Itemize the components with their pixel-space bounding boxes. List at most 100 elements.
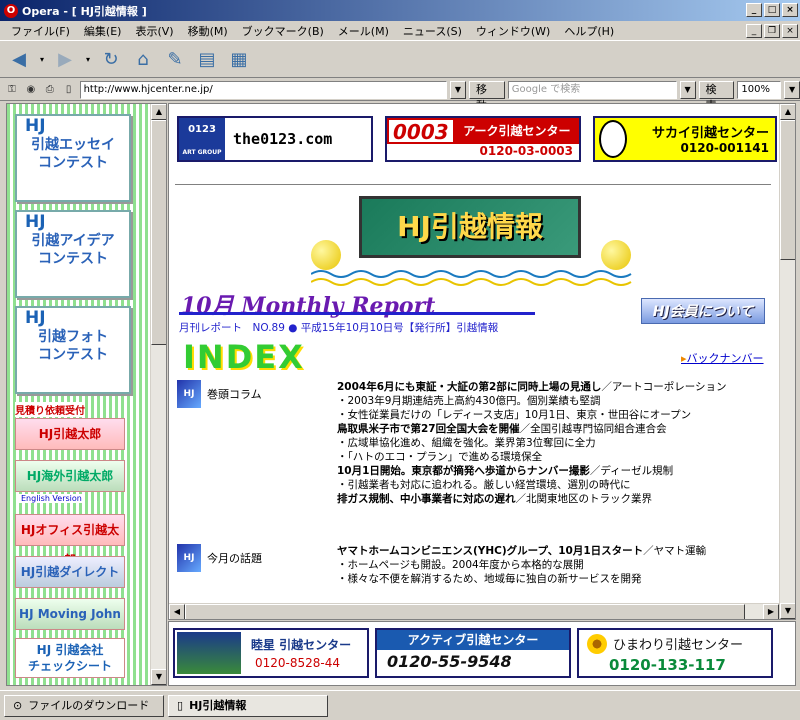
panda-icon [599, 120, 627, 158]
left-scrollbar[interactable]: ▲ ▼ [150, 104, 166, 685]
news-bullet: ・2003年9月期連結売上高約430億円。個別業績も堅調 [337, 395, 601, 407]
page-tab-icon: ▯ [177, 698, 184, 712]
url-dropdown-icon[interactable]: ▼ [450, 80, 466, 99]
wave-decoration [311, 270, 632, 286]
lock-icon[interactable]: ⚿ [4, 82, 20, 98]
search-input[interactable]: Google で検索 [507, 80, 677, 99]
news-line[interactable]: ヤマトホームコンビニエンス(YHC)グループ、10月1日スタート／ヤマト運輸 [337, 544, 777, 558]
contest-label: 引越フォト コンテスト [38, 329, 108, 363]
zoom-select[interactable]: 100% [737, 80, 782, 99]
go-button[interactable]: 移動 [468, 80, 505, 112]
doc-minimize-button[interactable]: _ [746, 24, 762, 38]
moving-john-button[interactable]: HJ Moving John [15, 598, 125, 630]
hikkoshi-taro-button[interactable]: HJ引越太郎 [15, 418, 125, 450]
photo-contest-button[interactable]: HJ 引越フォト コンテスト [15, 306, 131, 394]
back-icon[interactable]: ◀ [6, 47, 32, 73]
doc-restore-button[interactable]: ❐ [764, 24, 780, 38]
menu-window[interactable]: ウィンドウ(W) [469, 23, 557, 39]
forward-icon[interactable]: ▶ [52, 47, 78, 73]
forward-dropdown-icon[interactable]: ▾ [84, 47, 92, 73]
news-line[interactable]: 排ガス規制、中小事業者に対応の遅れ／北関東地区のトラック業界 [337, 492, 777, 506]
back-dropdown-icon[interactable]: ▾ [38, 47, 46, 73]
page-icon[interactable]: ◉ [23, 82, 39, 98]
hj-section-icon: HJ [177, 380, 201, 408]
menu-mail[interactable]: メール(M) [331, 23, 396, 39]
news-line: ・2003年9月期連結売上高約430億円。個別業績も堅調 [337, 394, 777, 408]
active-banner[interactable]: アクティブ引越センター 0120-55-9548 [375, 628, 571, 678]
back-numbers-link[interactable]: ▸バックナンバー [681, 350, 764, 366]
search-dropdown-icon[interactable]: ▼ [679, 80, 696, 99]
idea-contest-button[interactable]: HJ 引越アイデア コンテスト [15, 210, 131, 298]
menu-news[interactable]: ニュース(S) [396, 23, 469, 39]
minimize-button[interactable]: _ [746, 3, 762, 17]
scroll-up-icon[interactable]: ▲ [780, 104, 795, 120]
hj-hikkoshi-logo: HJ引越情報 [359, 196, 581, 258]
banner-sub-text: ART GROUP [182, 149, 222, 156]
banner-text: アクティブ引越センター [377, 630, 569, 650]
menu-help[interactable]: ヘルプ(H) [557, 23, 621, 39]
address-bar: ⚿ ◉ ⎙ ▯ http://www.hjcenter.ne.jp/ ▼ 移動 … [0, 79, 800, 112]
news-line[interactable]: 10月1日開始。東京都が摘発へ歩道からナンバー撮影／ディーゼル規制 [337, 464, 777, 478]
mutsuboshi-banner[interactable]: 睦星 引越センター 0120-8528-44 [173, 628, 369, 678]
news-line: ・引越業者も対応に追われる。厳しい経営環境、選別の時代に [337, 478, 777, 492]
search-button[interactable]: 検索 [698, 80, 735, 112]
essay-contest-button[interactable]: HJ 引越エッセイ コンテスト [15, 114, 131, 202]
banner-text: ひまわり引越センター [613, 638, 744, 653]
menu-bookmarks[interactable]: ブックマーク(B) [235, 23, 331, 39]
banner-logo-text: 0003 [387, 118, 455, 144]
menu-file[interactable]: ファイル(F) [4, 23, 77, 39]
divider [175, 184, 771, 185]
overseas-taro-button[interactable]: HJ海外引越太郎 [15, 460, 125, 492]
office-taro-button[interactable]: HJオフィス引越太郎 [15, 514, 125, 567]
url-input[interactable]: http://www.hjcenter.ne.jp/ [79, 80, 448, 99]
page-tab[interactable]: ▯ HJ引越情報 [168, 694, 328, 717]
close-button[interactable]: × [782, 3, 798, 17]
member-info-button[interactable]: HJ会員について [641, 298, 765, 324]
status-bar: ⊙ ファイルのダウンロード ▯ HJ引越情報 [0, 690, 800, 720]
horizontal-scrollbar[interactable]: ◀ ▶ [169, 603, 779, 619]
menu-edit[interactable]: 編集(E) [77, 23, 129, 39]
menu-view[interactable]: 表示(V) [128, 23, 180, 39]
h-scroll-thumb[interactable] [185, 604, 745, 619]
print-icon[interactable]: ▤ [194, 47, 220, 73]
news-line[interactable]: 鳥取県米子市で第27回全国大会を開催／全国引越専門協同組合連合会 [337, 422, 777, 436]
check-sheet-button[interactable]: HJ 引越会社 チェックシート [15, 638, 125, 678]
contest-label: 引越エッセイ コンテスト [31, 137, 115, 171]
news-headline: 鳥取県米子市で第27回全国大会を開催 [337, 423, 520, 435]
the0123-banner[interactable]: 0123 ART GROUP the0123.com [177, 116, 373, 162]
ark-banner[interactable]: 0003 アーク引越センター 0120-03-0003 [385, 116, 581, 162]
scroll-thumb[interactable] [151, 120, 166, 345]
downloads-tab[interactable]: ⊙ ファイルのダウンロード [4, 694, 164, 717]
section-label: 今月の話題 [207, 552, 262, 565]
navigation-toolbar: ◀ ▾ ▶ ▾ ↻ ⌂ ✎ ▤ ▦ [0, 42, 800, 78]
print-preview-icon[interactable]: ⎙ [42, 82, 58, 98]
menu-bar: ファイル(F) 編集(E) 表示(V) 移動(M) ブックマーク(B) メール(… [0, 21, 800, 41]
news-source: ／北関東地区のトラック業界 [515, 493, 653, 505]
himawari-banner[interactable]: ひまわり引越センター 0120-133-117 [577, 628, 773, 678]
news-line[interactable]: 2004年6月にも東証・大証の第2部に同時上場の見通し／アートコーポレーション [337, 380, 777, 394]
news-source: ／アートコーポレーション [601, 381, 727, 393]
save-icon[interactable]: ▦ [226, 47, 252, 73]
doc-close-button[interactable]: × [782, 24, 798, 38]
scroll-right-icon[interactable]: ▶ [763, 604, 779, 619]
direct-button[interactable]: HJ引越ダイレクト [15, 556, 125, 588]
left-navigation-frame: HJ 引越エッセイ コンテスト HJ 引越アイデア コンテスト HJ 引越フォト… [6, 103, 167, 686]
home-icon[interactable]: ⌂ [130, 47, 156, 73]
scroll-down-icon[interactable]: ▼ [151, 669, 166, 685]
zoom-dropdown-icon[interactable]: ▼ [784, 80, 800, 99]
scroll-up-icon[interactable]: ▲ [151, 104, 166, 120]
scroll-down-icon[interactable]: ▼ [780, 603, 795, 619]
document-icon[interactable]: ▯ [61, 82, 77, 98]
main-content-frame: 0123 ART GROUP the0123.com 0003 アーク引越センタ… [168, 103, 796, 620]
main-scrollbar[interactable]: ▲ ▼ [779, 104, 795, 619]
news-bullet: ・ホームページも開設。2004年度から本格的な展開 [337, 559, 584, 571]
english-version-link[interactable]: English Version [19, 494, 84, 503]
reload-icon[interactable]: ↻ [98, 47, 124, 73]
scroll-left-icon[interactable]: ◀ [169, 604, 185, 619]
scroll-thumb[interactable] [780, 120, 795, 260]
menu-navigate[interactable]: 移動(M) [181, 23, 235, 39]
sakai-banner[interactable]: サカイ引越センター 0120-001141 [593, 116, 777, 162]
hotlist-icon[interactable]: ✎ [162, 47, 188, 73]
maximize-button[interactable]: □ [764, 3, 780, 17]
news-line: ・広域単協化進め、組織を強化。業界第3位奪回に全力 [337, 436, 777, 450]
